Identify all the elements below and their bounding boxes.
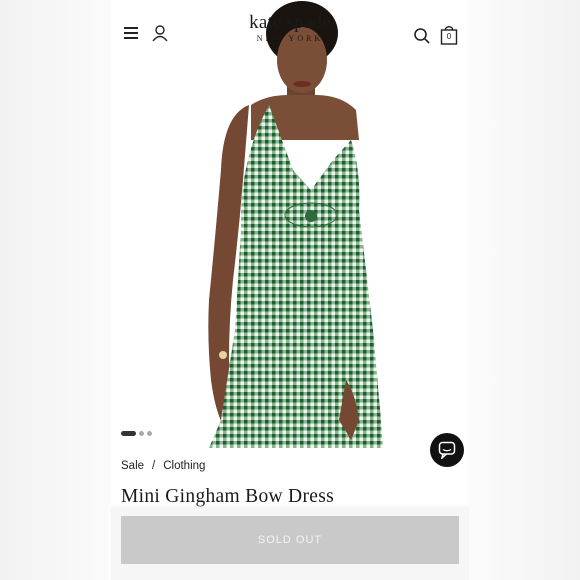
sold-out-button[interactable]: SOLD OUT	[121, 516, 459, 564]
account-icon[interactable]	[152, 25, 168, 42]
chat-button[interactable]	[430, 433, 464, 467]
menu-icon[interactable]	[124, 27, 138, 39]
left-background	[0, 0, 111, 580]
bag-count: 0	[446, 32, 452, 41]
carousel-dot-1[interactable]	[121, 430, 136, 436]
breadcrumb-clothing[interactable]: Clothing	[163, 460, 205, 472]
brand-subtitle: NEW YORK	[256, 34, 324, 43]
product-image[interactable]	[111, 0, 469, 448]
breadcrumb-sale[interactable]: Sale	[121, 460, 144, 472]
brand-name: kate spade	[249, 12, 331, 33]
right-background	[469, 0, 580, 580]
breadcrumb-separator: /	[152, 460, 156, 472]
search-icon[interactable]	[413, 27, 431, 45]
carousel-dot-3[interactable]	[147, 430, 152, 436]
site-header: kate spade NEW YORK 0	[111, 0, 469, 64]
mobile-screen: kate spade NEW YORK 0 Sale / Clothing Mini…	[111, 0, 469, 580]
carousel-dot-2[interactable]	[139, 430, 144, 436]
brand-logo[interactable]: kate spade NEW YORK	[231, 12, 349, 44]
carousel-indicator[interactable]	[121, 429, 152, 437]
breadcrumb: Sale / Clothing	[121, 460, 205, 472]
model-photo	[208, 1, 383, 448]
chat-icon	[438, 441, 456, 459]
bag-button[interactable]: 0	[440, 25, 458, 45]
